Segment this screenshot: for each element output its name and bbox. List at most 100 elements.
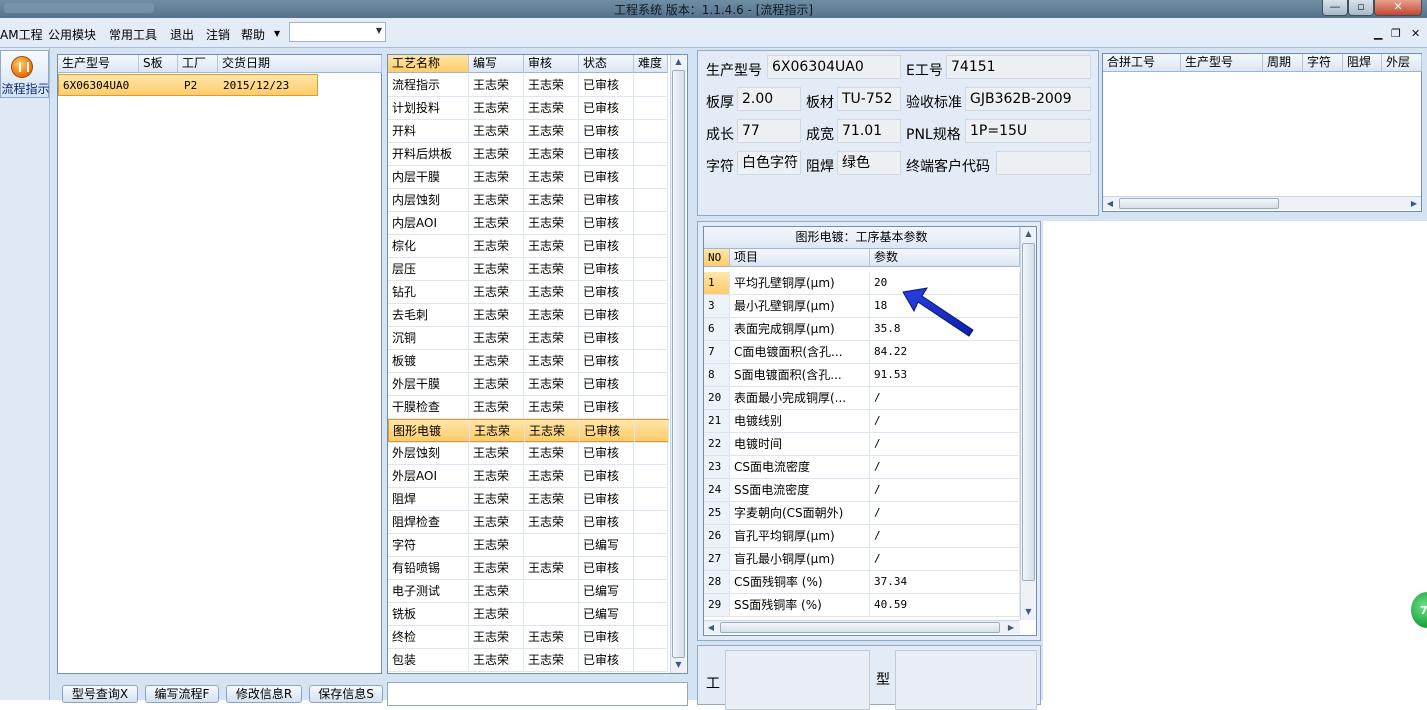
scroll-down-icon[interactable]: ▼	[671, 658, 686, 672]
menu-exit[interactable]: 退出	[170, 26, 194, 43]
scroll-thumb[interactable]	[1022, 243, 1035, 581]
table-row[interactable]: 25 字麦朝向(CS面朝外) /	[704, 502, 1020, 525]
table-row[interactable]: 22 电镀时间 /	[704, 433, 1020, 456]
table-row[interactable]: 电子测试 王志荣 已编写	[388, 580, 669, 603]
table-row[interactable]: 终检 王志荣 王志荣 已审核	[388, 626, 669, 649]
scroll-up-icon[interactable]: ▲	[671, 55, 686, 69]
table-row[interactable]: 外层蚀刻 王志荣 王志荣 已审核	[388, 442, 669, 465]
length-field[interactable]: 77	[737, 119, 801, 143]
table-row[interactable]: 8 S面电镀面积(含孔... 91.53	[704, 364, 1020, 387]
table-row[interactable]: 字符 王志荣 已编写	[388, 534, 669, 557]
material-field[interactable]: TU-752	[837, 87, 901, 111]
minimize-button[interactable]: —	[1322, 0, 1348, 16]
table-row[interactable]: 铣板 王志荣 已编写	[388, 603, 669, 626]
scroll-right-icon[interactable]: ▶	[1004, 621, 1018, 634]
column-header[interactable]: 状态	[579, 55, 634, 73]
process-grid-scrollbar[interactable]: ▲ ▼	[670, 55, 686, 673]
nav-flow-button[interactable]: 流程指示	[0, 50, 50, 98]
e-no-field[interactable]: 74151	[946, 55, 1091, 79]
prod-model-field[interactable]: 6X06304UA0	[767, 55, 901, 79]
menu-common-tools[interactable]: 常用工具	[109, 26, 157, 43]
table-row[interactable]: 阻焊 王志荣 王志荣 已审核	[388, 488, 669, 511]
table-row[interactable]: 开料 王志荣 王志荣 已审核	[388, 120, 669, 143]
char-field[interactable]: 白色字符	[737, 151, 801, 175]
table-row[interactable]: 去毛刺 王志荣 王志荣 已审核	[388, 304, 669, 327]
table-row[interactable]: 有铅喷锡 王志荣 王志荣 已审核	[388, 557, 669, 580]
param-grid-scrollbar[interactable]: ▲ ▼	[1020, 227, 1036, 620]
menu-am-project[interactable]: AM工程	[0, 26, 43, 43]
table-row[interactable]: 图形电镀 王志荣 王志荣 已审核	[388, 419, 669, 443]
column-header[interactable]: 审核	[524, 55, 579, 73]
mdi-minimize-button[interactable]: ▁	[1374, 27, 1382, 40]
mdi-restore-button[interactable]: ❐	[1391, 27, 1401, 40]
table-row[interactable]: 内层蚀刻 王志荣 王志荣 已审核	[388, 189, 669, 212]
scroll-left-icon[interactable]: ◀	[704, 621, 718, 634]
mask-field[interactable]: 绿色	[837, 151, 901, 175]
scroll-thumb[interactable]	[720, 622, 1000, 633]
scroll-left-icon[interactable]: ◀	[1103, 197, 1117, 210]
menu-logout[interactable]: 注销	[206, 26, 230, 43]
pnl-field[interactable]: 1P=15U	[965, 119, 1091, 143]
table-row[interactable]: 内层AOI 王志荣 王志荣 已审核	[388, 212, 669, 235]
table-row[interactable]: 26 盲孔平均铜厚(μm) /	[704, 525, 1020, 548]
menu-common-module[interactable]: 公用模块	[48, 26, 96, 43]
menu-overflow-arrow-icon[interactable]: ▼	[274, 29, 280, 38]
table-row[interactable]: 24 SS面电流密度 /	[704, 479, 1020, 502]
table-row[interactable]: 棕化 王志荣 王志荣 已审核	[388, 235, 669, 258]
menu-combo-box[interactable]: ▼	[289, 22, 386, 42]
thickness-field[interactable]: 2.00	[737, 87, 801, 111]
column-header[interactable]: 外层	[1382, 54, 1422, 72]
scroll-thumb[interactable]	[672, 70, 685, 658]
column-header[interactable]: 项目	[730, 249, 870, 267]
scroll-up-icon[interactable]: ▲	[1021, 227, 1036, 241]
scroll-right-icon[interactable]: ▶	[1407, 197, 1421, 210]
table-row[interactable]: 外层干膜 王志荣 王志荣 已审核	[388, 373, 669, 396]
table-row[interactable]: 29 SS面残铜率 (%) 40.59	[704, 594, 1020, 617]
mdi-close-button[interactable]: ✕	[1411, 27, 1420, 40]
standard-field[interactable]: GJB362B-2009	[965, 87, 1091, 111]
column-header[interactable]: 工厂	[178, 55, 218, 73]
modify-info-button[interactable]: 修改信息R	[226, 685, 302, 703]
bottom-input-field[interactable]	[387, 682, 688, 706]
table-row[interactable]: 干膜检查 王志荣 王志荣 已审核	[388, 396, 669, 419]
table-row[interactable]: 层压 王志荣 王志荣 已审核	[388, 258, 669, 281]
column-header[interactable]: 周期	[1263, 54, 1303, 72]
customer-field[interactable]	[996, 151, 1091, 175]
memo-field-2[interactable]	[895, 650, 1037, 710]
menu-help[interactable]: 帮助	[241, 26, 265, 43]
table-row[interactable]: 内层干膜 王志荣 王志荣 已审核	[388, 166, 669, 189]
table-row[interactable]: 28 CS面残铜率 (%) 37.34	[704, 571, 1020, 594]
column-header[interactable]: 字符	[1303, 54, 1343, 72]
save-info-button[interactable]: 保存信息S	[309, 685, 383, 703]
scroll-down-icon[interactable]: ▼	[1021, 605, 1036, 619]
table-row[interactable]: 钻孔 王志荣 王志荣 已审核	[388, 281, 669, 304]
model-query-button[interactable]: 型号查询X	[62, 685, 138, 703]
table-row[interactable]: 23 CS面电流密度 /	[704, 456, 1020, 479]
close-button[interactable]: ✕	[1374, 0, 1422, 16]
table-row[interactable]: 21 电镀线别 /	[704, 410, 1020, 433]
column-header[interactable]: 生产型号	[1181, 54, 1263, 72]
table-row[interactable]: 板镀 王志荣 王志荣 已审核	[388, 350, 669, 373]
table-row[interactable]: 6X06304UA0 P2 2015/12/23	[58, 74, 318, 96]
table-row[interactable]: 包装 王志荣 王志荣 已审核	[388, 649, 669, 672]
merge-grid-hscrollbar[interactable]: ◀ ▶	[1103, 196, 1421, 210]
param-grid-hscrollbar[interactable]: ◀ ▶	[704, 620, 1020, 634]
column-header[interactable]: 难度	[634, 55, 668, 73]
column-header[interactable]: 工艺名称	[388, 55, 469, 73]
column-header[interactable]: 参数	[870, 249, 1020, 267]
column-header[interactable]: 交货日期	[218, 55, 382, 73]
column-header[interactable]: 阻焊	[1343, 54, 1382, 72]
table-row[interactable]: 20 表面最小完成铜厚(... /	[704, 387, 1020, 410]
scroll-thumb[interactable]	[1119, 198, 1279, 209]
memo-field-1[interactable]	[725, 650, 870, 710]
table-row[interactable]: 7 C面电镀面积(含孔... 84.22	[704, 341, 1020, 364]
write-flow-button[interactable]: 编写流程F	[145, 685, 219, 703]
column-header[interactable]: S板	[139, 55, 178, 73]
maximize-button[interactable]: ▫	[1348, 0, 1374, 16]
table-row[interactable]: 计划投料 王志荣 王志荣 已审核	[388, 97, 669, 120]
table-row[interactable]: 外层AOI 王志荣 王志荣 已审核	[388, 465, 669, 488]
table-row[interactable]: 阻焊检查 王志荣 王志荣 已审核	[388, 511, 669, 534]
column-header[interactable]: 合拼工号	[1103, 54, 1181, 72]
table-row[interactable]: 27 盲孔最小铜厚(μm) /	[704, 548, 1020, 571]
table-row[interactable]: 流程指示 王志荣 王志荣 已审核	[388, 74, 669, 97]
